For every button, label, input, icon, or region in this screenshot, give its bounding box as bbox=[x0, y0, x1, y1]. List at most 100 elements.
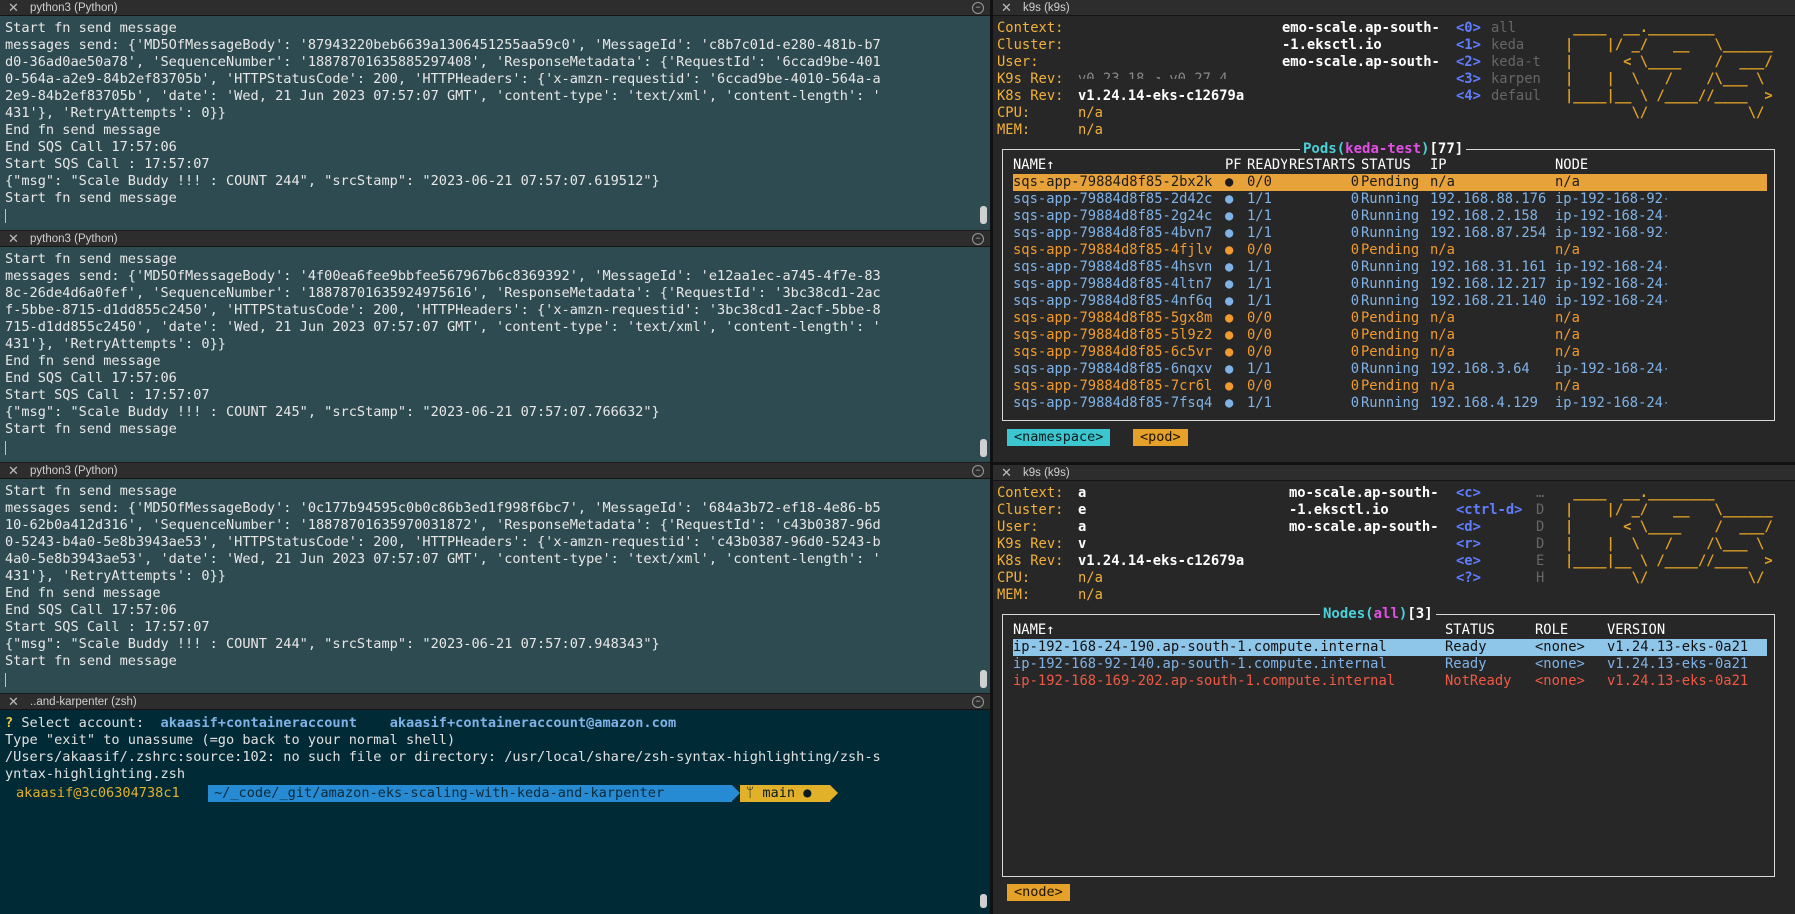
pane-menu-icon[interactable]: − bbox=[972, 465, 984, 477]
column-header[interactable]: READY bbox=[1247, 157, 1287, 174]
close-icon[interactable]: ✕ bbox=[1001, 0, 1013, 16]
shortcut-label: E bbox=[1536, 553, 1545, 569]
close-icon[interactable]: ✕ bbox=[8, 463, 20, 479]
shell-prompt[interactable]: akaasif@3c06304738c1 ~/_code/_git/amazon… bbox=[5, 785, 990, 803]
table-cell: ip-192-168-92- bbox=[1555, 225, 1667, 241]
column-header[interactable]: VERSION bbox=[1607, 622, 1769, 639]
k9s-view[interactable]: Context: emo-scale.ap-south- Cluster: -1… bbox=[993, 16, 1795, 462]
table-cell: 192.168.21.140 bbox=[1430, 293, 1547, 309]
table-row[interactable]: sqs-app-79884d8f85-4fjlv ● 0/0 0 Pending n/a n… bbox=[1013, 242, 1767, 259]
table-row[interactable]: sqs-app-79884d8f85-2g24c ● 1/1 0 Running 192.… bbox=[1013, 208, 1767, 225]
column-header[interactable]: ROLE bbox=[1535, 622, 1605, 639]
k9s-view[interactable]: Context: a mo-scale.ap-south- Cluster: e… bbox=[993, 481, 1795, 914]
crumb-pod[interactable]: <pod> bbox=[1133, 429, 1188, 446]
table-row[interactable]: ip-192-168-169-202.ap-south-1.compute.in… bbox=[1013, 673, 1767, 690]
terminal-output[interactable]: Start fn send message messages send: {'MD… bbox=[0, 247, 990, 462]
scrollbar[interactable] bbox=[980, 894, 987, 908]
shortcut-key[interactable]: <c> bbox=[1456, 485, 1481, 502]
table-row[interactable]: sqs-app-79884d8f85-5gx8m ● 0/0 0 Pending n/a n… bbox=[1013, 310, 1767, 327]
zsh-pane[interactable]: ✕ ..and-karpenter (zsh) − ? Select accou… bbox=[0, 694, 990, 914]
table-cell: Pending bbox=[1361, 378, 1420, 394]
k9s-nodes-pane[interactable]: ✕ k9s (k9s) Context: a mo-scale.ap-south… bbox=[993, 465, 1795, 914]
table-row[interactable]: sqs-app-79884d8f85-4nf6q ● 1/1 0 Running 192.… bbox=[1013, 293, 1767, 310]
pods-table[interactable]: Pods(keda-test)[77] NAME↑ PF READY RESTARTS… bbox=[1002, 140, 1775, 421]
scrollbar[interactable] bbox=[980, 206, 987, 224]
shortcut-key[interactable]: <r> bbox=[1456, 536, 1481, 553]
table-cell: ● bbox=[1225, 344, 1234, 360]
cpu-row: CPU: bbox=[997, 105, 1031, 121]
column-header[interactable]: PF bbox=[1225, 157, 1245, 174]
shortcut-key[interactable]: <0> bbox=[1456, 20, 1481, 37]
python-pane-3[interactable]: ✕ python3 (Python) − Start fn send messa… bbox=[0, 463, 990, 693]
terminal-output[interactable]: Start fn send message messages send: {'MD… bbox=[0, 479, 990, 693]
scrollbar[interactable] bbox=[980, 439, 987, 457]
scrollbar[interactable] bbox=[980, 670, 987, 688]
table-cell: n/a bbox=[1430, 174, 1455, 190]
output-line: {"msg": "Scale Buddy !!! : COUNT 244", "… bbox=[5, 636, 660, 652]
column-header[interactable]: RESTARTS bbox=[1289, 157, 1359, 174]
shortcut-key[interactable]: <4> bbox=[1456, 88, 1481, 105]
shortcut-label: D bbox=[1536, 502, 1545, 518]
close-icon[interactable]: ✕ bbox=[1001, 465, 1013, 481]
table-row[interactable]: sqs-app-79884d8f85-7cr6l ● 0/0 0 Pending n/a n… bbox=[1013, 378, 1767, 395]
table-row[interactable]: ip-192-168-24-190.ap-south-1.compute.int… bbox=[1013, 639, 1767, 656]
shortcut-key[interactable]: <ctrl-d> bbox=[1456, 502, 1522, 519]
account-email[interactable]: akaasif+containeraccount@amazon.com bbox=[390, 715, 676, 731]
table-row[interactable]: sqs-app-79884d8f85-7fsq4 ● 1/1 0 Running 192.… bbox=[1013, 395, 1767, 412]
crumb-node[interactable]: <node> bbox=[1007, 884, 1070, 901]
table-row[interactable]: sqs-app-79884d8f85-4hsvn ● 1/1 0 Running 192.… bbox=[1013, 259, 1767, 276]
nodes-table[interactable]: Nodes(all)[3] NAME↑ STATUS ROLE VERSION ip-1… bbox=[1002, 605, 1775, 877]
table-row[interactable]: ip-192-168-92-140.ap-south-1.compute.int… bbox=[1013, 656, 1767, 673]
shortcut-key[interactable]: <e> bbox=[1456, 553, 1481, 570]
table-row[interactable]: sqs-app-79884d8f85-6nqxv ● 1/1 0 Running 192.… bbox=[1013, 361, 1767, 378]
table-cell: n/a bbox=[1555, 344, 1580, 360]
table-row[interactable]: sqs-app-79884d8f85-4bvn7 ● 1/1 0 Running 192.… bbox=[1013, 225, 1767, 242]
cluster-value: e bbox=[1078, 502, 1087, 518]
column-header[interactable]: IP bbox=[1430, 157, 1552, 174]
column-header[interactable]: STATUS bbox=[1361, 157, 1429, 174]
shortcut-key[interactable]: <1> bbox=[1456, 37, 1481, 54]
table-row[interactable]: sqs-app-79884d8f85-2bx2k ● 0/0 0 Pending n/a n… bbox=[1013, 174, 1767, 191]
table-cell: sqs-app-79884d8f85-4hsvn bbox=[1013, 259, 1213, 275]
k9s-pods-pane[interactable]: ✕ k9s (k9s) Context: emo-scale.ap-south-… bbox=[993, 0, 1795, 462]
column-header[interactable]: NODE bbox=[1555, 157, 1667, 174]
python-pane-1[interactable]: ✕ python3 (Python) − Start fn send messa… bbox=[0, 0, 990, 230]
table-row[interactable]: sqs-app-79884d8f85-5l9z2 ● 0/0 0 Pending n/a n… bbox=[1013, 327, 1767, 344]
account-name[interactable]: akaasif+containeraccount bbox=[161, 715, 357, 731]
table-row[interactable]: sqs-app-79884d8f85-4ltn7 ● 1/1 0 Running 192.… bbox=[1013, 276, 1767, 293]
pane-menu-icon[interactable]: − bbox=[972, 233, 984, 245]
table-cell: sqs-app-79884d8f85-4fjlv bbox=[1013, 242, 1213, 258]
shortcut-key[interactable]: <?> bbox=[1456, 570, 1481, 587]
k9s-logo: ____ __.________ bbox=[1565, 485, 1723, 501]
table-cell: 0/0 bbox=[1247, 327, 1272, 343]
shortcut-key[interactable]: <d> bbox=[1456, 519, 1481, 536]
output-line: messages send: {'MD5OfMessageBody': '4f0… bbox=[5, 268, 881, 284]
python-pane-2[interactable]: ✕ python3 (Python) − Start fn send messa… bbox=[0, 231, 990, 462]
table-cell: sqs-app-79884d8f85-7cr6l bbox=[1013, 378, 1213, 394]
table-row[interactable]: sqs-app-79884d8f85-2d42c ● 1/1 0 Running 192.… bbox=[1013, 191, 1767, 208]
close-icon[interactable]: ✕ bbox=[8, 0, 20, 16]
pane-title: k9s (k9s) bbox=[1023, 2, 1070, 14]
table-cell: v1.24.13-eks-0a21 bbox=[1607, 656, 1749, 672]
terminal-output[interactable]: ? Select account: akaasif+containeraccou… bbox=[0, 710, 990, 914]
column-header[interactable]: STATUS bbox=[1445, 622, 1531, 639]
pane-menu-icon[interactable]: − bbox=[972, 696, 984, 708]
context-value: a bbox=[1078, 485, 1087, 501]
table-cell: ● bbox=[1225, 242, 1234, 258]
column-header[interactable]: NAME↑ bbox=[1013, 157, 1219, 174]
table-row[interactable]: sqs-app-79884d8f85-6c5vr ● 0/0 0 Pending n/a n… bbox=[1013, 344, 1767, 361]
column-header[interactable]: NAME↑ bbox=[1013, 622, 1433, 639]
close-icon[interactable]: ✕ bbox=[8, 231, 20, 247]
crumb-namespace[interactable]: <namespace> bbox=[1007, 429, 1111, 446]
output-line: f-5bbe-8715-d1dd855c2450', 'HTTPStatusCo… bbox=[5, 302, 881, 318]
table-cell: sqs-app-79884d8f85-4ltn7 bbox=[1013, 276, 1213, 292]
shortcut-label: defaul bbox=[1491, 88, 1541, 104]
shortcut-key[interactable]: <3> bbox=[1456, 71, 1481, 88]
table-cell: ● bbox=[1225, 191, 1234, 207]
close-icon[interactable]: ✕ bbox=[8, 694, 20, 710]
terminal-output[interactable]: Start fn send message messages send: {'MD… bbox=[0, 16, 990, 230]
shortcut-key[interactable]: <2> bbox=[1456, 54, 1481, 71]
table-cell: 192.168.2.158 bbox=[1430, 208, 1538, 224]
prompt-path: ~/_code/_git/amazon-eks-scaling-with-ked… bbox=[208, 785, 732, 802]
pane-menu-icon[interactable]: − bbox=[972, 2, 984, 14]
